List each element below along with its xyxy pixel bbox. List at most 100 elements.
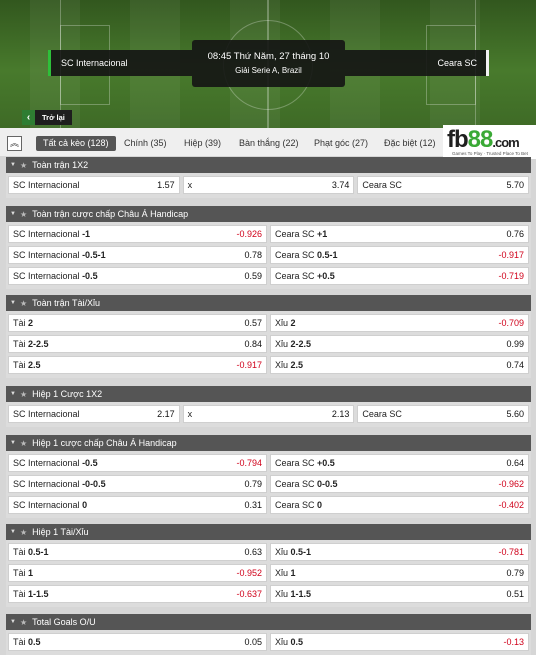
odds-value: -0.402 <box>498 500 524 510</box>
selection-name: SC Internacional <box>13 479 80 489</box>
odds-value: -0.962 <box>498 479 524 489</box>
odds-cell[interactable]: SC Internacional -0.5 -0.794 <box>8 454 267 472</box>
selection-name: Xỉu <box>275 318 289 328</box>
odds-value: 3.74 <box>331 180 350 190</box>
selection-line: 0.5-1 <box>28 547 49 557</box>
odds-cell[interactable]: SC Internacional -0.5 0.59 <box>8 267 267 285</box>
market-section-header[interactable]: ▼ ★ Toàn trận Tài/Xỉu <box>6 295 531 311</box>
odds-cell[interactable]: Tài 0.5-1 0.63 <box>8 543 267 561</box>
odds-cell[interactable]: Ceara SC +1 0.76 <box>270 225 529 243</box>
selection-label: Ceara SC 0 <box>275 500 322 510</box>
back-button[interactable]: ‹ Trở lại <box>22 110 72 125</box>
selection-label: SC Internacional <box>13 180 80 190</box>
market-section: ▼ ★ Toàn trận cược chấp Châu Á Handicap SC … <box>6 206 531 289</box>
odds-cell[interactable]: Tài 1 -0.952 <box>8 564 267 582</box>
odds-cell[interactable]: SC Internacional 2.17 <box>8 405 180 423</box>
odds-cell[interactable]: Xỉu 1 0.79 <box>270 564 529 582</box>
match-time: 08:45 Thứ Năm, 27 tháng 10 <box>207 51 330 62</box>
odds-value: -0.781 <box>498 547 524 557</box>
odds-cell[interactable]: Tài 2 0.57 <box>8 314 267 332</box>
odds-value: 0.59 <box>244 271 262 281</box>
odds-cell[interactable]: Tài 1-1.5 -0.637 <box>8 585 267 603</box>
odds-cell[interactable]: Ceara SC +0.5 -0.719 <box>270 267 529 285</box>
selection-label: Xỉu 2 <box>275 318 296 328</box>
tab-all-markets[interactable]: Tất cả kèo (128) <box>36 136 116 151</box>
market-section: ▼ ★ Hiệp 1 Cược 1X2 SC Internacional 2.17 x 2.… <box>6 386 531 427</box>
odds-cell[interactable]: SC Internacional -0.5-1 0.78 <box>8 246 267 264</box>
odds-cell[interactable]: Ceara SC 0 -0.402 <box>270 496 529 514</box>
tab-halves[interactable]: Hiệp (39) <box>184 136 221 151</box>
odds-cell[interactable]: Tài 2.5 -0.917 <box>8 356 267 374</box>
odds-value: 0.51 <box>506 589 524 599</box>
tab-goals[interactable]: Bàn thắng (22) <box>239 136 299 151</box>
odds-cell[interactable]: Tài 0.5 0.05 <box>8 633 267 651</box>
odds-cell[interactable]: Tài 2-2.5 0.84 <box>8 335 267 353</box>
odds-cell[interactable]: x 3.74 <box>182 176 355 194</box>
selection-label: Ceara SC +1 <box>275 229 327 239</box>
odds-value: -0.794 <box>236 458 262 468</box>
market-section-body: SC Internacional -0.5 -0.794 Ceara SC +0.5… <box>6 451 531 518</box>
market-section: ▼ ★ Hiệp 1 cược chấp Châu Á Handicap SC Int… <box>6 435 531 518</box>
star-icon[interactable]: ★ <box>20 439 27 448</box>
odds-value: 1.57 <box>157 180 175 190</box>
star-icon[interactable]: ★ <box>20 528 27 537</box>
odds-value: 2.13 <box>331 409 350 419</box>
market-section-header[interactable]: ▼ ★ Toàn trận cược chấp Châu Á Handicap <box>6 206 531 222</box>
selection-label: x <box>188 409 193 419</box>
odds-cell[interactable]: x 2.13 <box>182 405 355 423</box>
star-icon[interactable]: ★ <box>20 299 27 308</box>
odds-cell[interactable]: Ceara SC 0-0.5 -0.962 <box>270 475 529 493</box>
selection-label: Tài 0.5 <box>13 637 41 647</box>
market-section-header[interactable]: ▼ ★ Total Goals O/U <box>6 614 531 630</box>
odds-cell[interactable]: Xỉu 2.5 0.74 <box>270 356 529 374</box>
odds-cell[interactable]: Ceara SC 0.5-1 -0.917 <box>270 246 529 264</box>
selection-name: Ceara SC <box>362 180 402 190</box>
logo-tagline: Games To Play · Trusted Place To Bet <box>452 151 528 156</box>
selection-name: Tài <box>13 318 26 328</box>
caret-down-icon: ▼ <box>10 391 16 397</box>
odds-cell[interactable]: SC Internacional 0 0.31 <box>8 496 267 514</box>
selection-name: SC Internacional <box>13 458 80 468</box>
star-icon[interactable]: ★ <box>20 390 27 399</box>
market-section-title: Hiệp 1 Cược 1X2 <box>32 389 103 399</box>
tab-corners[interactable]: Phạt góc (27) <box>314 136 368 151</box>
odds-value: 0.57 <box>244 318 262 328</box>
market-section-header[interactable]: ▼ ★ Hiệp 1 Tài/Xỉu <box>6 524 531 540</box>
caret-down-icon: ▼ <box>10 162 16 168</box>
selection-label: Ceara SC 0-0.5 <box>275 479 338 489</box>
odds-cell[interactable]: SC Internacional -1 -0.926 <box>8 225 267 243</box>
odds-cell[interactable]: Ceara SC 5.70 <box>357 176 530 194</box>
odds-value: 0.76 <box>506 229 524 239</box>
star-icon[interactable]: ★ <box>20 210 27 219</box>
odds-value: 2.17 <box>157 409 175 419</box>
tab-specials[interactable]: Đặc biệt (12) <box>384 136 436 151</box>
odds-cell[interactable]: SC Internacional -0-0.5 0.79 <box>8 475 267 493</box>
market-section-title: Total Goals O/U <box>32 617 96 627</box>
odds-cell[interactable]: Ceara SC +0.5 0.64 <box>270 454 529 472</box>
market-section-header[interactable]: ▼ ★ Hiệp 1 cược chấp Châu Á Handicap <box>6 435 531 451</box>
odds-value: -0.709 <box>498 318 524 328</box>
odds-cell[interactable]: Xỉu 1-1.5 0.51 <box>270 585 529 603</box>
home-team: SC Internacional <box>48 50 192 76</box>
collapse-all-icon[interactable]: ︽ <box>7 136 22 151</box>
odds-value: 0.79 <box>506 568 524 578</box>
star-icon[interactable]: ★ <box>20 161 27 170</box>
odds-cell[interactable]: Ceara SC 5.60 <box>357 405 530 423</box>
odds-row: Tài 2 0.57 Xỉu 2 -0.709 <box>8 314 529 332</box>
tab-main[interactable]: Chính (35) <box>124 136 167 151</box>
odds-cell[interactable]: Xỉu 0.5 -0.13 <box>270 633 529 651</box>
market-section-header[interactable]: ▼ ★ Hiệp 1 Cược 1X2 <box>6 386 531 402</box>
odds-cell[interactable]: Xỉu 2-2.5 0.99 <box>270 335 529 353</box>
market-section-title: Hiệp 1 cược chấp Châu Á Handicap <box>32 438 177 448</box>
odds-cell[interactable]: SC Internacional 1.57 <box>8 176 180 194</box>
odds-cell[interactable]: Xỉu 0.5-1 -0.781 <box>270 543 529 561</box>
selection-line: -0.5 <box>82 458 98 468</box>
selection-name: Ceara SC <box>362 409 402 419</box>
selection-line: +1 <box>317 229 328 239</box>
odds-cell[interactable]: Xỉu 2 -0.709 <box>270 314 529 332</box>
selection-name: Xỉu <box>275 339 289 349</box>
selection-name: Tài <box>13 339 26 349</box>
market-section-header[interactable]: ▼ ★ Toàn trận 1X2 <box>6 157 531 173</box>
selection-name: Tài <box>13 637 26 647</box>
star-icon[interactable]: ★ <box>20 618 27 627</box>
